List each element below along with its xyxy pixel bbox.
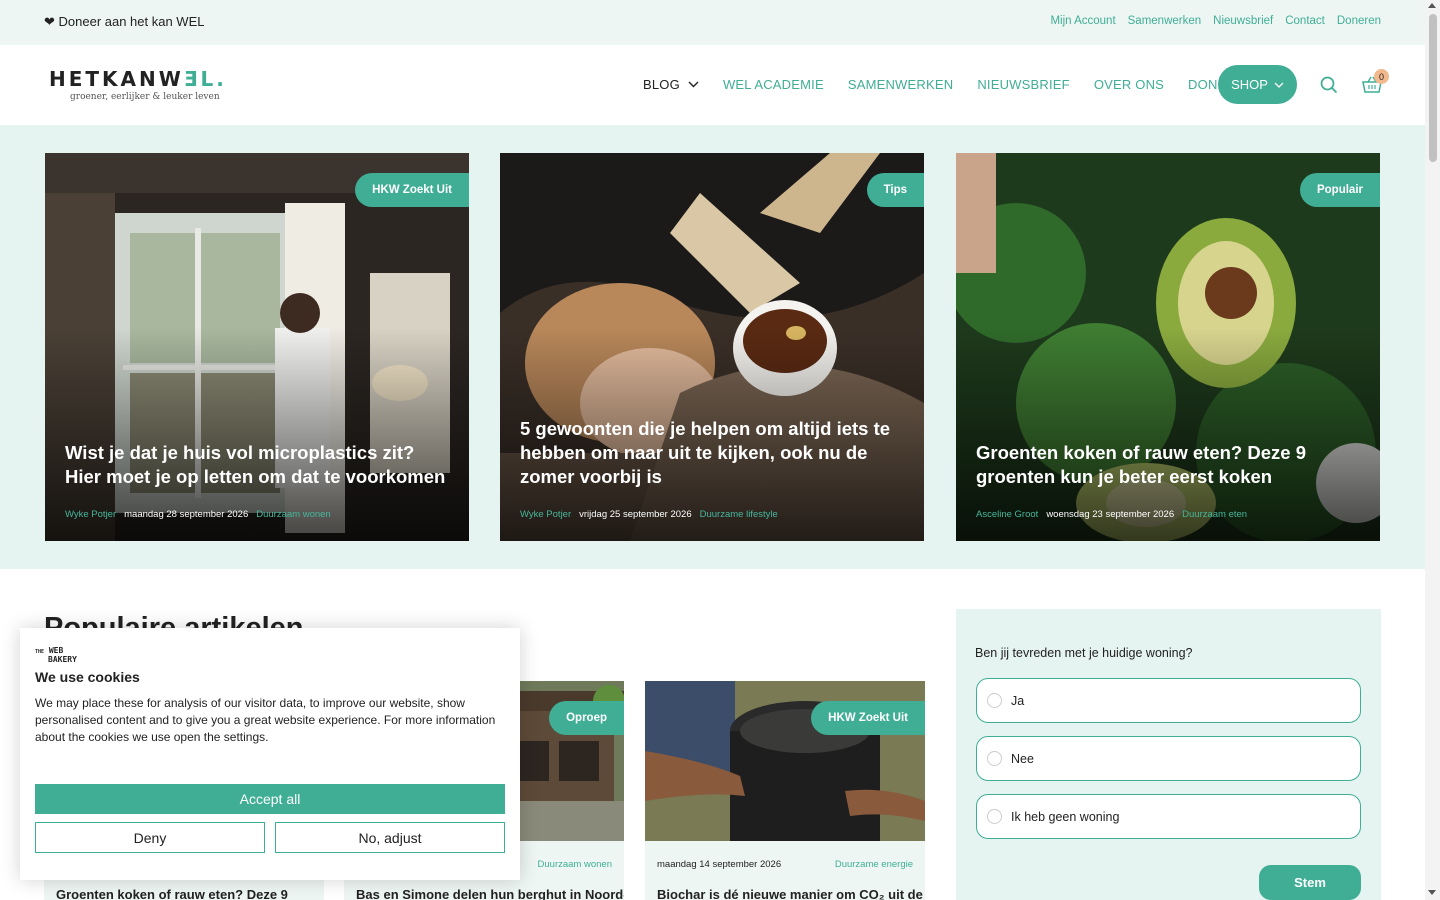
top-bar: ❤ Doneer aan het kan WEL Mijn Account Sa… — [0, 0, 1425, 45]
category-tag[interactable]: HKW Zoekt Uit — [355, 173, 469, 207]
top-links: Mijn Account Samenwerken Nieuwsbrief Con… — [1050, 15, 1381, 27]
poll-option[interactable]: Ja — [976, 678, 1361, 723]
category-tag[interactable]: HKW Zoekt Uit — [811, 701, 925, 735]
cart-count-badge: 0 — [1374, 69, 1389, 84]
popular-card[interactable]: HKW Zoekt Uit maandag 14 september 2026 … — [645, 681, 925, 900]
top-link-samenwerken[interactable]: Samenwerken — [1128, 15, 1202, 27]
brand-bottom: BAKERY — [48, 655, 77, 664]
accept-all-button[interactable]: Accept all — [35, 784, 505, 814]
hero-section: HKW Zoekt Uit Wist je dat je huis vol mi… — [0, 125, 1425, 569]
cookie-banner: THE WEB BAKERY We use cookies We may pla… — [20, 628, 520, 880]
scroll-down-icon[interactable] — [1428, 890, 1436, 895]
site-logo[interactable]: HETKANWƎL. groener, eerlijker & leuker l… — [49, 67, 227, 102]
radio-button[interactable] — [987, 693, 1002, 708]
top-link-contact[interactable]: Contact — [1285, 15, 1325, 27]
deny-button[interactable]: Deny — [35, 822, 265, 853]
vote-button[interactable]: Stem — [1259, 865, 1361, 900]
article-category[interactable]: Duurzame lifestyle — [700, 509, 778, 520]
poll-option[interactable]: Ik heb geen woning — [976, 794, 1361, 839]
main-nav: BLOG WEL ACADEMIE SAMENWERKEN NIEUWSBRIE… — [643, 77, 1254, 92]
brand-top: WEB — [48, 646, 64, 655]
article-date: woensdag 23 september 2026 — [1046, 509, 1175, 520]
cookie-title: We use cookies — [35, 669, 140, 685]
search-icon[interactable] — [1320, 76, 1338, 94]
top-link-account[interactable]: Mijn Account — [1050, 15, 1115, 27]
radio-button[interactable] — [987, 809, 1002, 824]
poll-widget: Ben jij tevreden met je huidige woning? … — [956, 609, 1381, 900]
adjust-button[interactable]: No, adjust — [275, 822, 505, 853]
nav-blog[interactable]: BLOG — [643, 77, 699, 92]
article-title[interactable]: Groenten koken of rauw eten? Deze 9 groe… — [976, 441, 1360, 489]
poll-option-label: Ik heb geen woning — [1011, 809, 1120, 824]
article-category[interactable]: Duurzaam eten — [1182, 509, 1247, 520]
nav-over-ons[interactable]: OVER ONS — [1094, 77, 1164, 92]
logo-main: HETKANW — [49, 67, 184, 91]
article-meta: Asceline Groot woensdag 23 september 202… — [976, 509, 1247, 520]
scrollbar-thumb[interactable] — [1429, 14, 1437, 162]
article-title[interactable]: 5 gewoonten die je helpen om altijd iets… — [520, 417, 904, 489]
web-bakery-logo: THE WEB BAKERY — [35, 647, 77, 664]
poll-question: Ben jij tevreden met je huidige woning? — [975, 646, 1193, 660]
article-title[interactable]: Groenten koken of rauw eten? Deze 9 — [56, 887, 288, 900]
category-tag[interactable]: Oproep — [549, 701, 624, 735]
article-title[interactable]: Biochar is dé nieuwe manier om CO₂ uit d… — [657, 887, 923, 900]
shop-button[interactable]: SHOP — [1218, 65, 1297, 104]
site-header: HETKANWƎL. groener, eerlijker & leuker l… — [0, 45, 1425, 125]
article-date: maandag 14 september 2026 — [657, 859, 782, 870]
poll-option[interactable]: Nee — [976, 736, 1361, 781]
article-category[interactable]: Duurzaam wonen — [538, 859, 612, 870]
article-meta: Wyke Potjer maandag 28 september 2026 Du… — [65, 509, 331, 520]
nav-samenwerken[interactable]: SAMENWERKEN — [848, 77, 954, 92]
top-link-doneren[interactable]: Doneren — [1337, 15, 1381, 27]
article-category[interactable]: Duurzame energie — [835, 859, 913, 870]
chevron-down-icon — [1274, 82, 1284, 88]
logo-tagline: groener, eerlijker & leuker leven — [70, 92, 220, 102]
article-category[interactable]: Duurzaam wonen — [256, 509, 330, 520]
category-tag[interactable]: Tips — [866, 173, 924, 207]
logo-accent: ƎL. — [183, 67, 227, 91]
hero-card[interactable]: Tips 5 gewoonten die je helpen om altijd… — [500, 153, 924, 541]
article-date: maandag 28 september 2026 — [124, 509, 249, 520]
poll-option-label: Nee — [1011, 751, 1034, 766]
brand-small: THE — [35, 649, 45, 655]
article-date: vrijdag 25 september 2026 — [579, 509, 692, 520]
hero-card[interactable]: Populair Groenten koken of rauw eten? De… — [956, 153, 1380, 541]
article-author[interactable]: Wyke Potjer — [520, 509, 571, 520]
chevron-down-icon — [688, 81, 699, 88]
logo-wordmark: HETKANWƎL. — [49, 67, 227, 91]
article-author[interactable]: Asceline Groot — [976, 509, 1038, 520]
donate-link[interactable]: ❤ Doneer aan het kan WEL — [44, 14, 204, 30]
poll-option-label: Ja — [1011, 693, 1025, 708]
nav-academie[interactable]: WEL ACADEMIE — [723, 77, 824, 92]
radio-button[interactable] — [987, 751, 1002, 766]
cookie-text: We may place these for analysis of our v… — [35, 696, 496, 744]
nav-blog-label: BLOG — [643, 77, 680, 92]
hero-card[interactable]: HKW Zoekt Uit Wist je dat je huis vol mi… — [45, 153, 469, 541]
article-title[interactable]: Bas en Simone delen hun berghut in Noord… — [356, 887, 624, 900]
article-title[interactable]: Wist je dat je huis vol microplastics zi… — [65, 441, 449, 489]
scroll-up-icon[interactable] — [1428, 3, 1436, 8]
article-author[interactable]: Wyke Potjer — [65, 509, 116, 520]
article-meta: Wyke Potjer vrijdag 25 september 2026 Du… — [520, 509, 778, 520]
top-link-nieuwsbrief[interactable]: Nieuwsbrief — [1213, 15, 1273, 27]
scrollbar[interactable] — [1425, 0, 1440, 900]
shop-label: SHOP — [1231, 77, 1268, 92]
category-tag[interactable]: Populair — [1299, 173, 1380, 207]
nav-nieuwsbrief[interactable]: NIEUWSBRIEF — [977, 77, 1069, 92]
